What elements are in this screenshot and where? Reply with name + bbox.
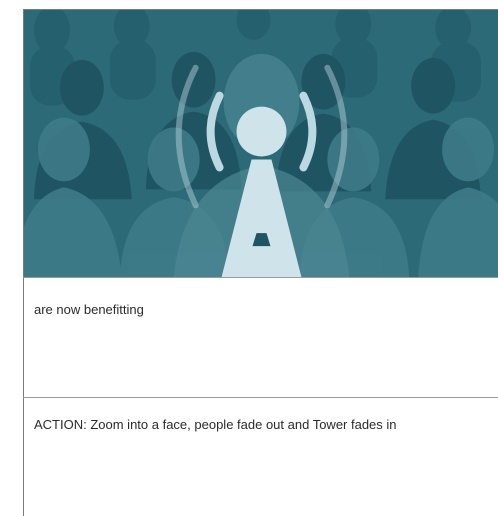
crowd-tower-illustration — [23, 9, 498, 277]
action-note: ACTION: Zoom into a face, people fade ou… — [34, 417, 397, 432]
panel-caption: are now benefitting — [34, 302, 144, 317]
crowd-tower-graphic — [24, 10, 498, 277]
caption-divider — [23, 397, 498, 398]
illustration-divider — [23, 277, 498, 278]
storyboard-frame: are now benefitting ACTION: Zoom into a … — [0, 0, 498, 516]
